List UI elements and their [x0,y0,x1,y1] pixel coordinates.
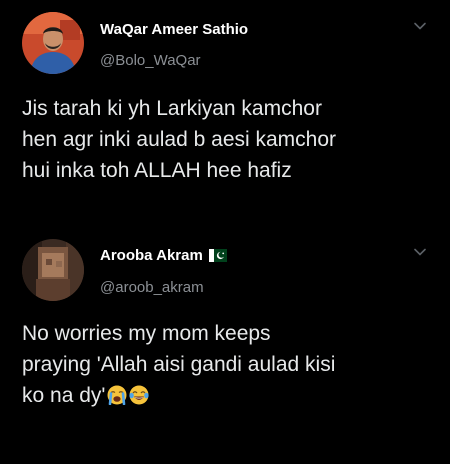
author-handle[interactable]: @aroob_akram [100,279,204,296]
tweet-text-content: No worries my mom keeps praying 'Allah a… [22,322,336,407]
avatar[interactable] [22,239,84,301]
face-with-tears-of-joy-icon [129,385,150,405]
user-avatar-image [22,239,84,301]
avatar[interactable] [22,12,84,74]
tweet-text: No worries my mom keeps praying 'Allah a… [22,318,432,411]
display-name[interactable]: Arooba Akram [100,247,203,264]
display-name[interactable]: WaQar Ameer Sathio [100,21,248,38]
chevron-down-icon[interactable] [412,244,428,260]
chevron-down-icon[interactable] [412,18,428,34]
pakistan-flag-icon [208,249,227,262]
tweet-text: Jis tarah ki yh Larkiyan kamchor hen agr… [22,97,337,182]
tweet[interactable]: Arooba Akram @aroob_akram No worries my … [0,226,450,464]
author-name-line[interactable]: Arooba Akram [100,247,227,264]
tweet[interactable]: WaQar Ameer Sathio @Bolo_WaQar Jis tarah… [0,0,450,205]
author-handle[interactable]: @Bolo_WaQar [100,52,201,69]
loudly-crying-face-icon [107,385,127,405]
author-name-line[interactable]: WaQar Ameer Sathio [100,21,248,38]
user-avatar-image [22,12,84,74]
